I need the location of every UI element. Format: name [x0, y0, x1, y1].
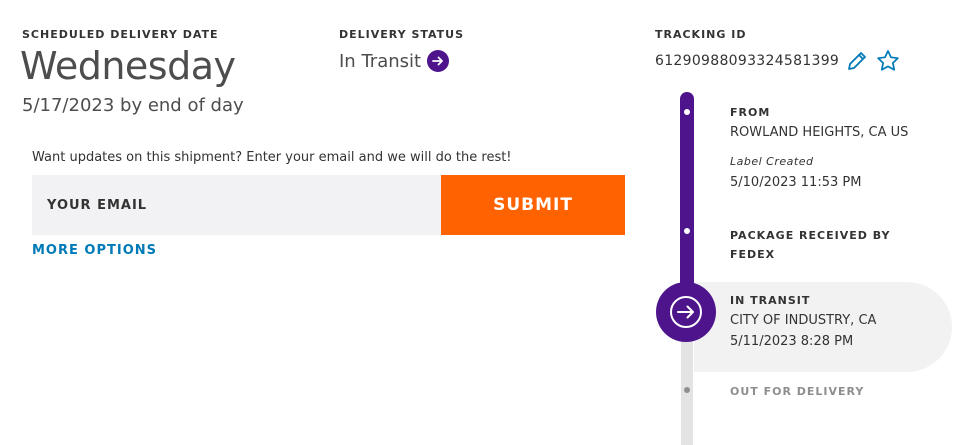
delivery-day: Wednesday — [20, 44, 236, 88]
current-step-marker — [656, 282, 716, 342]
event-title: IN TRANSIT — [730, 294, 811, 307]
tracking-id-value: 61290988093324581399 — [655, 53, 840, 69]
updates-prompt: Want updates on this shipment? Enter you… — [32, 150, 512, 165]
event-title: FROM — [730, 106, 771, 119]
event-title-line: PACKAGE RECEIVED BY — [730, 229, 891, 242]
delivery-status-text: In Transit — [339, 50, 422, 72]
email-input[interactable]: YOUR EMAIL — [32, 175, 441, 235]
more-options-link[interactable]: MORE OPTIONS — [32, 243, 157, 258]
event-time: 5/11/2023 8:28 PM — [730, 334, 854, 349]
scheduled-delivery-label: SCHEDULED DELIVERY DATE — [22, 28, 219, 41]
event-status-note: Label Created — [730, 155, 814, 168]
pencil-icon[interactable] — [845, 49, 869, 73]
tracking-id-label: TRACKING ID — [655, 28, 747, 41]
timeline-dot — [684, 387, 690, 393]
delivery-status-label: DELIVERY STATUS — [339, 28, 465, 41]
event-location: ROWLAND HEIGHTS, CA US — [730, 125, 909, 140]
timeline-dot — [684, 228, 690, 234]
event-title: OUT FOR DELIVERY — [730, 385, 865, 398]
event-title: PACKAGE RECEIVED BY FEDEX — [730, 226, 890, 264]
submit-button[interactable]: SUBMIT — [441, 175, 625, 235]
star-icon[interactable] — [875, 48, 901, 74]
timeline-dot — [684, 109, 690, 115]
tracking-id-row: 61290988093324581399 — [655, 48, 901, 74]
event-location: CITY OF INDUSTRY, CA — [730, 313, 877, 328]
arrow-right-circle-icon — [669, 295, 703, 329]
event-title-line: FEDEX — [730, 248, 776, 261]
event-time: 5/10/2023 11:53 PM — [730, 175, 862, 190]
arrow-right-circle-icon — [427, 50, 450, 72]
delivery-date: 5/17/2023 by end of day — [22, 95, 244, 116]
delivery-status: In Transit — [339, 50, 450, 72]
